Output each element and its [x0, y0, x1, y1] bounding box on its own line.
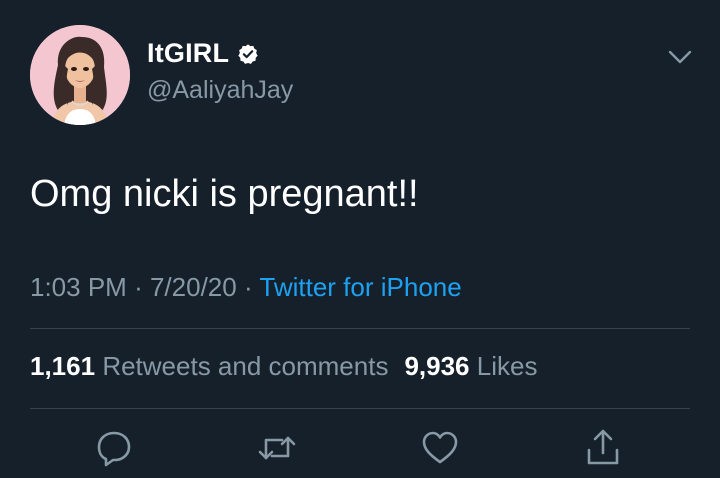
tweet-time: 1:03 PM — [30, 272, 127, 302]
retweets-stat[interactable]: 1,161 Retweets and comments — [30, 351, 388, 381]
retweet-icon[interactable] — [257, 428, 297, 468]
divider — [30, 408, 690, 409]
retweets-count: 1,161 — [30, 351, 96, 381]
divider — [30, 328, 690, 329]
tweet-card: ItGIRL @AaliyahJay Omg nicki is pregnant… — [0, 0, 720, 478]
retweets-label: Retweets and comments — [102, 351, 389, 381]
meta-separator: · — [243, 272, 253, 302]
user-handle[interactable]: @AaliyahJay — [147, 76, 293, 105]
avatar[interactable] — [30, 25, 130, 125]
reply-icon[interactable] — [94, 428, 134, 468]
tweet-date: 7/20/20 — [149, 272, 237, 302]
avatar-illustration — [30, 25, 130, 125]
tweet-source-link[interactable]: Twitter for iPhone — [259, 272, 461, 302]
likes-label: Likes — [476, 351, 538, 381]
likes-stat[interactable]: 9,936 Likes — [404, 351, 537, 381]
likes-count: 9,936 — [404, 351, 470, 381]
display-name[interactable]: ItGIRL — [147, 38, 229, 69]
author-name-row[interactable]: ItGIRL — [147, 38, 259, 69]
share-icon[interactable] — [583, 428, 623, 468]
tweet-stats: 1,161 Retweets and comments 9,936 Likes — [30, 351, 537, 382]
tweet-text: Omg nicki is pregnant!! — [30, 173, 419, 215]
meta-separator: · — [134, 272, 143, 302]
verified-badge-icon — [237, 43, 259, 65]
tweet-meta: 1:03 PM · 7/20/20 · Twitter for iPhone — [30, 272, 462, 303]
heart-icon[interactable] — [420, 428, 460, 468]
tweet-actions — [0, 428, 720, 468]
chevron-down-icon[interactable] — [664, 44, 696, 70]
